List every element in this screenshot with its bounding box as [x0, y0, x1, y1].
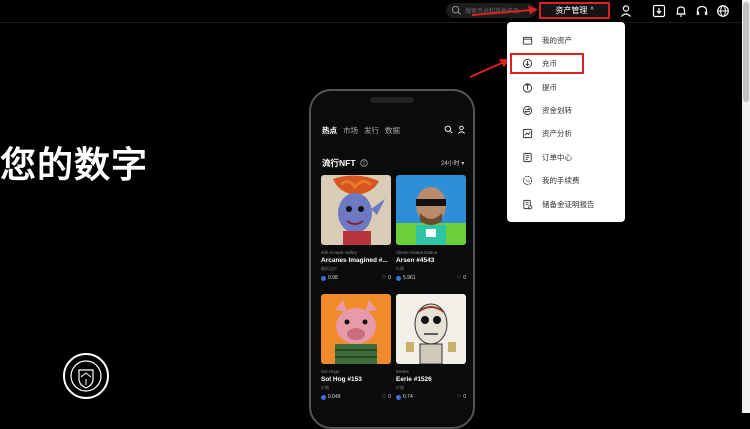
menu-item-reserve-report[interactable]: 储备金证明报告 — [507, 194, 625, 215]
heart-icon[interactable]: ♡ — [457, 394, 461, 400]
currency-icon — [321, 275, 326, 281]
nft-likes: 0 — [463, 275, 466, 281]
nft-collection-name: Eeries — [396, 369, 409, 374]
nft-collection-name: 40k Arcane Valley — [321, 250, 357, 255]
phone-user-icon[interactable] — [457, 125, 466, 134]
nft-card[interactable]: Eeries Eerie #1526 价格 0.74 ♡ 0 — [396, 294, 466, 400]
nft-price: 5.961 — [403, 275, 416, 281]
menu-item-label: 资金划转 — [542, 106, 572, 115]
nft-price-label: 价格 — [396, 266, 404, 271]
menu-item-order-center[interactable]: 订单中心 — [507, 147, 625, 168]
reserve-report-icon — [523, 199, 533, 210]
menu-item-label: 订单中心 — [542, 153, 572, 162]
order-icon — [523, 152, 532, 163]
annotation-arrow-top — [471, 5, 538, 16]
download-icon[interactable] — [652, 4, 666, 18]
nft-name: Arcanes Imagined #... — [321, 257, 388, 264]
phone-tab-issue[interactable]: 发行 — [364, 125, 379, 136]
menu-item-my-assets[interactable]: 我的资产 — [507, 30, 625, 51]
menu-item-label: 我的手续费 — [542, 176, 580, 185]
heart-icon[interactable]: ♡ — [382, 394, 386, 400]
nft-artwork[interactable] — [396, 294, 466, 364]
menu-item-label: 充币 — [542, 59, 557, 68]
nft-price: 0.98 — [328, 275, 338, 281]
currency-icon — [396, 275, 401, 281]
asset-management-label: 资产管理 — [555, 6, 588, 15]
chevron-up-icon: ^ — [590, 7, 594, 14]
analysis-icon — [522, 128, 533, 139]
headset-icon[interactable] — [695, 4, 709, 18]
nft-likes: 0 — [388, 394, 391, 400]
heart-icon[interactable]: ♡ — [382, 275, 386, 281]
nft-price: 0.049 — [328, 394, 341, 400]
hero-headline: 您的数字 — [0, 144, 149, 185]
menu-item-label: 资产分析 — [542, 129, 572, 138]
nft-name: Arsen #4543 — [396, 257, 435, 264]
manchester-city-badge-icon — [63, 353, 109, 399]
deposit-icon — [522, 58, 533, 69]
currency-icon — [321, 394, 326, 400]
svg-text:%: % — [525, 178, 529, 183]
nft-collection-name: Clever Ariana Nation — [396, 250, 438, 255]
fee-icon: % — [522, 175, 533, 186]
globe-icon[interactable] — [716, 4, 730, 18]
heart-icon[interactable]: ♡ — [457, 275, 461, 281]
menu-item-label: 储备金证明报告 — [542, 200, 595, 209]
phone-tab-data[interactable]: 数据 — [385, 125, 400, 136]
nft-likes: 0 — [388, 275, 391, 281]
menu-item-withdraw[interactable]: 提币 — [507, 77, 625, 98]
menu-item-transfer[interactable]: 资金划转 — [507, 100, 625, 121]
annotation-arrow-middle — [469, 59, 510, 78]
info-icon[interactable] — [359, 159, 368, 167]
top-nav-bar: 搜索币对和其他产品 资产管理 ^ — [0, 0, 742, 23]
nft-artwork[interactable] — [396, 175, 466, 245]
menu-item-asset-analysis[interactable]: 资产分析 — [507, 123, 625, 144]
page-scrollbar[interactable] — [742, 0, 750, 413]
nft-name: Eerie #1526 — [396, 376, 432, 383]
user-icon[interactable] — [619, 4, 633, 18]
bell-icon[interactable] — [674, 4, 688, 18]
nft-price-label: 最低出价 — [321, 266, 337, 271]
nft-collection-name: Sol Hogs — [321, 369, 340, 374]
nft-price-label: 价格 — [321, 385, 329, 390]
phone-search-icon[interactable] — [444, 125, 453, 134]
scrollbar-thumb[interactable] — [743, 2, 749, 102]
asset-management-button[interactable]: 资产管理 ^ — [539, 2, 610, 19]
currency-icon — [396, 394, 401, 400]
search-icon — [451, 5, 462, 16]
phone-mockup: 热点 市场 发行 数据 流行NFT 24小时 ▾ 40k Arcane Vall… — [309, 89, 475, 429]
withdraw-icon — [522, 83, 533, 93]
menu-item-deposit[interactable]: 充币 — [510, 53, 584, 74]
nft-likes: 0 — [463, 394, 466, 400]
menu-item-label: 我的资产 — [542, 36, 572, 45]
nft-price-label: 价格 — [396, 385, 404, 390]
trending-nft-label: 流行NFT — [322, 158, 356, 168]
nft-price: 0.74 — [403, 394, 413, 400]
nft-card[interactable]: 40k Arcane Valley Arcanes Imagined #... … — [321, 175, 391, 281]
phone-tab-bar: 热点 市场 发行 数据 — [322, 125, 400, 136]
phone-notch — [370, 97, 414, 103]
wallet-icon — [522, 36, 533, 45]
phone-tab-hot[interactable]: 热点 — [322, 125, 337, 136]
time-filter-dropdown[interactable]: 24小时 ▾ — [441, 158, 464, 167]
transfer-icon — [522, 105, 533, 116]
trending-nft-title: 流行NFT — [322, 157, 368, 169]
nft-name: Sol Hog #153 — [321, 376, 362, 383]
phone-tab-market[interactable]: 市场 — [343, 125, 358, 136]
menu-item-label: 提币 — [542, 83, 557, 92]
nft-card[interactable]: Clever Ariana Nation Arsen #4543 价格 5.96… — [396, 175, 466, 281]
nft-card[interactable]: Sol Hogs Sol Hog #153 价格 0.049 ♡ 0 — [321, 294, 391, 400]
nft-artwork[interactable] — [321, 294, 391, 364]
asset-management-dropdown: 我的资产 充币 提币 资金划转 资产分析 订单中心 % 我的手续费 储备金证明报… — [507, 22, 625, 222]
menu-item-my-fees[interactable]: % 我的手续费 — [507, 170, 625, 191]
nft-artwork[interactable] — [321, 175, 391, 245]
